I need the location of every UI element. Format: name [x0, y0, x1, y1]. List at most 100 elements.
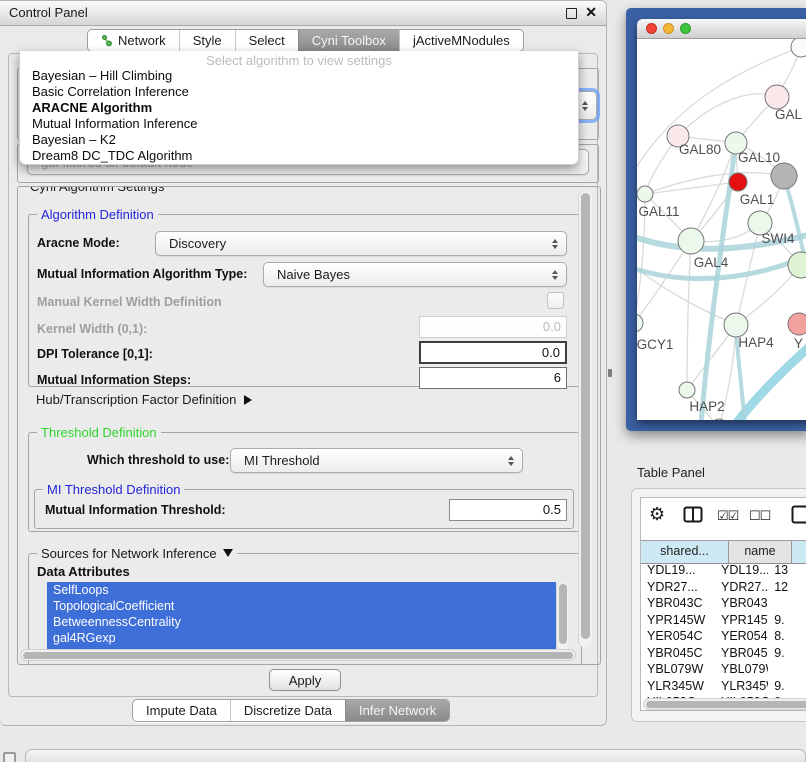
table-row[interactable]: YDR27...YDR27...12: [641, 580, 806, 597]
apply-button[interactable]: Apply: [269, 669, 341, 691]
select-all-icon[interactable]: ☑☑: [717, 508, 738, 524]
network-node[interactable]: [771, 163, 797, 189]
table-row[interactable]: YER054CYER054C8.: [641, 629, 806, 646]
panel-splitter-handle[interactable]: [608, 369, 612, 377]
tab-discretize-data[interactable]: Discretize Data: [230, 700, 345, 721]
table-row[interactable]: YDL19...YDL19...13: [641, 563, 806, 580]
expand-down-icon: [223, 549, 233, 557]
network-node[interactable]: [637, 314, 643, 332]
column-header[interactable]: A: [792, 541, 806, 563]
column-header[interactable]: name: [729, 541, 792, 563]
expand-right-icon: [244, 395, 252, 405]
cyni-algorithm-settings-group: Cyni Algorithm Settings Algorithm Defini…: [17, 186, 601, 665]
mi-threshold-label: Mutual Information Threshold:: [45, 503, 226, 517]
table-row[interactable]: YPR145WYPR145W9.: [641, 613, 806, 630]
node-label: GAL10: [738, 150, 780, 165]
mi-steps-field[interactable]: 6: [419, 367, 567, 389]
settings-vertical-scrollbar[interactable]: [578, 191, 592, 647]
column-header[interactable]: shared...: [641, 541, 729, 563]
algorithm-option[interactable]: ARACNE Algorithm: [32, 100, 152, 116]
settings-horizontal-scrollbar[interactable]: [20, 649, 576, 661]
table-row[interactable]: YBR045CYBR045C9.: [641, 646, 806, 663]
table-horizontal-scrollbar[interactable]: [643, 698, 806, 710]
table-row[interactable]: YLR345WYLR345W9.: [641, 679, 806, 696]
algorithm-option[interactable]: Bayesian – Hill Climbing: [32, 68, 172, 84]
table-cell: 9.: [768, 646, 806, 663]
columns-icon[interactable]: [683, 506, 703, 528]
tab-jactivemnodules[interactable]: jActiveMNodules: [399, 30, 523, 51]
network-node[interactable]: [765, 85, 789, 109]
tab-network[interactable]: Network: [88, 30, 179, 51]
dpi-tolerance-field[interactable]: 0.0: [419, 341, 567, 364]
network-node[interactable]: [791, 39, 806, 57]
node-label: GAL11: [638, 204, 679, 219]
attributes-scrollbar[interactable]: [556, 582, 568, 653]
mi-type-combobox[interactable]: Naive Bayes: [263, 262, 567, 287]
scrollbar-thumb[interactable]: [581, 193, 590, 639]
table-row[interactable]: YBL079WYBL079W: [641, 662, 806, 679]
network-edge: [645, 182, 738, 194]
attribute-item[interactable]: SelfLoops: [47, 582, 556, 598]
table-icon[interactable]: [791, 505, 806, 529]
tab-impute-data[interactable]: Impute Data: [133, 700, 230, 721]
table-row[interactable]: YBR043CYBR043C: [641, 596, 806, 613]
deselect-all-icon[interactable]: ☐☐: [749, 508, 770, 524]
algorithm-option[interactable]: Mutual Information Inference: [32, 116, 197, 132]
scrollbar-thumb[interactable]: [23, 652, 573, 659]
algorithm-definition-group: Algorithm Definition Aracne Mode: Discov…: [28, 214, 582, 387]
scrollbar-thumb[interactable]: [559, 584, 567, 644]
float-icon[interactable]: [566, 8, 577, 19]
tab-select[interactable]: Select: [235, 30, 298, 51]
minimized-panel-icon[interactable]: [3, 752, 16, 762]
tab-label: Style: [193, 33, 222, 48]
network-node[interactable]: [724, 313, 748, 337]
network-window-titlebar: [637, 19, 806, 39]
bottom-tabbar: Impute DataDiscretize DataInfer Network: [132, 699, 450, 722]
table-cell: YDR27...: [715, 580, 768, 597]
network-node[interactable]: [788, 252, 806, 278]
tab-style[interactable]: Style: [179, 30, 235, 51]
algorithm-option[interactable]: Basic Correlation Inference: [32, 84, 189, 100]
group-title: Threshold Definition: [37, 425, 161, 440]
network-node[interactable]: [729, 173, 747, 191]
network-canvas[interactable]: GALGAL80GAL10GAL1GAL11SWI4GAL4GCY1HAP4YH…: [637, 39, 806, 420]
close-traffic-icon[interactable]: [646, 23, 657, 34]
network-edge: [687, 241, 691, 390]
kernel-width-field[interactable]: 0.0: [419, 316, 567, 338]
scrollbar-thumb[interactable]: [646, 701, 806, 708]
gear-icon[interactable]: ⚙: [649, 504, 665, 525]
which-threshold-combobox[interactable]: MI Threshold: [230, 448, 523, 473]
minimize-traffic-icon[interactable]: [663, 23, 674, 34]
group-title: Cyni Algorithm Settings: [26, 186, 168, 194]
network-node[interactable]: [637, 186, 653, 202]
close-icon[interactable]: ✕: [585, 4, 597, 21]
node-label: GAL: [775, 107, 803, 122]
control-panel-window: Control Panel ✕ NetworkStyleSelectCyni T…: [0, 0, 607, 726]
hub-definition-expander[interactable]: Hub/Transcription Factor Definition: [36, 392, 252, 407]
combo-arrows-icon: [582, 101, 588, 111]
algorithm-option[interactable]: Bayesian – K2: [32, 132, 116, 148]
mi-threshold-field[interactable]: 0.5: [449, 499, 567, 521]
node-label: GAL1: [740, 192, 775, 207]
algorithm-option[interactable]: Dream8 DC_TDC Algorithm: [32, 148, 192, 164]
aracne-mode-combobox[interactable]: Discovery: [155, 231, 567, 256]
network-node[interactable]: [788, 313, 806, 335]
zoom-traffic-icon[interactable]: [680, 23, 691, 34]
tab-infer-network[interactable]: Infer Network: [345, 700, 449, 721]
mi-threshold-definition-group: MI Threshold Definition Mutual Informati…: [34, 489, 574, 529]
network-node[interactable]: [679, 382, 695, 398]
sources-expander[interactable]: Sources for Network Inference: [37, 546, 237, 561]
network-node[interactable]: [678, 228, 704, 254]
bottom-dock-panel: [25, 749, 806, 762]
node-label: HAP4: [738, 335, 774, 350]
table-panel-inner: ⚙ ☑☑ ☐☐ shared...nameA YDL19...YDL19...1…: [640, 497, 806, 711]
node-label: HAP2: [689, 399, 724, 414]
attribute-item[interactable]: TopologicalCoefficient: [47, 598, 556, 614]
attribute-item[interactable]: gal4RGexp: [47, 630, 556, 646]
node-label: Y: [794, 336, 803, 351]
attribute-item[interactable]: BetweennessCentrality: [47, 614, 556, 630]
tab-cyni-toolbox[interactable]: Cyni Toolbox: [298, 30, 399, 51]
manual-kernel-checkbox[interactable]: [547, 292, 564, 309]
data-attributes-list[interactable]: SelfLoopsTopologicalCoefficientBetweenne…: [47, 582, 556, 653]
table-cell: YER054C: [715, 629, 768, 646]
